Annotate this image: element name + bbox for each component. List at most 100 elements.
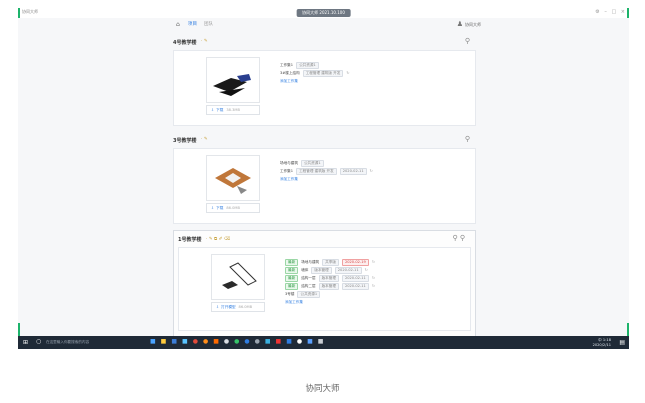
edit-icons[interactable]: · ✎	[201, 137, 208, 142]
project-section: 4号教学楼 · ✎ ⚲ ⇩ 下载 38.3MB 工作集1 公共资源1 3#楼上结构 工程管理 建…	[173, 34, 476, 126]
tray-time[interactable]: 1:18	[603, 338, 611, 342]
workset-label: 工作集1	[280, 169, 294, 173]
workset-list: 工作集1 公共资源1 3#楼上结构 工程管理 建筑版 开发 ↻ 添加工作集	[280, 61, 349, 85]
row-tag: 工程管理 建筑版 开发	[296, 168, 337, 175]
workset-label: 结构二层	[301, 284, 316, 288]
app-icon: ●	[234, 338, 240, 345]
workset-row[interactable]: 最新 墙体 版本管理 2020-02-11 ↻	[285, 266, 375, 274]
workset-label: 墙体	[301, 268, 309, 272]
system-tray[interactable]: 中 1:18 2020/2/11	[593, 338, 611, 347]
maximize-button[interactable]: □	[611, 9, 616, 15]
row-tag: 公共资源1	[297, 291, 321, 298]
app-icon: ■	[150, 338, 156, 345]
workset-label: 3#楼上结构	[280, 71, 300, 75]
workset-list: 最新 场地与建筑 共享版 2020-02-19 ↻ 最新 墙体 版本管理 2020-02-11 ↻…	[285, 258, 375, 306]
add-workset-link[interactable]: 添加工作集	[280, 177, 298, 181]
project-card: ⇩ 打开模型 86.0MB 最新 场地与建筑 共享版 2020-02-19 ↻ 最新 墙体 版本管…	[178, 247, 471, 331]
refresh-icon[interactable]: ↻	[372, 284, 375, 288]
download-button[interactable]: ⇩ 下载 86.0MB	[206, 203, 260, 213]
workset-row[interactable]: 3#楼上结构 工程管理 建筑版 开发 ↻	[280, 69, 349, 77]
refresh-icon[interactable]: ↻	[370, 169, 373, 173]
model-thumbnail[interactable]	[206, 155, 260, 201]
tab-team[interactable]: 团队	[204, 21, 213, 27]
workset-row[interactable]: 场地与建筑 公共资源1	[280, 159, 373, 167]
workset-row[interactable]: 3号楼 公共资源1	[285, 290, 375, 298]
row-tag: 2020-02-11	[339, 168, 367, 175]
row-tag: 版本管理	[311, 267, 332, 274]
window-controls[interactable]: ⚙ – □ ×	[592, 9, 625, 15]
version-badge: 协同大师 2021.10.100	[296, 9, 351, 17]
download-icon: ⇩	[211, 206, 215, 210]
member-icons[interactable]: ⚲	[465, 135, 470, 143]
row-tag: 2020-02-11	[341, 283, 369, 290]
latest-badge: 最新	[285, 283, 299, 290]
user-name[interactable]: 协同大师	[465, 22, 481, 28]
app-window: 协同大师 协同大师 2021.10.100 ⚙ – □ × ⌂ 项目 团队 ♟ …	[18, 8, 629, 349]
home-icon[interactable]: ⌂	[176, 21, 180, 28]
app-icon: ■	[317, 338, 324, 345]
workset-row[interactable]: 工作集1 工程管理 建筑版 开发 2020-02-11 ↻	[280, 167, 373, 175]
app-icon: ■	[171, 338, 178, 345]
add-workset-link[interactable]: 添加工作集	[280, 79, 298, 83]
edit-icons[interactable]: · ✎ ⧉ ✐ ⌫	[206, 236, 230, 242]
notification-icon[interactable]: ▤	[619, 339, 625, 346]
row-tag: 公共资源1	[296, 62, 319, 69]
selected-project: 1号教学楼 · ✎ ⧉ ✐ ⌫ ⚲ ⚲ ⇩ 打开模型 86.0MB 最新 场地与建筑 共享版 2…	[173, 230, 476, 342]
model-thumbnail[interactable]	[206, 57, 260, 103]
tray-date[interactable]: 2020/2/11	[593, 343, 611, 347]
download-icon: ⇩	[211, 108, 215, 112]
row-tag: 共享版	[322, 259, 339, 266]
tab-projects[interactable]: 项目	[188, 21, 197, 27]
taskbar-search[interactable]: 在这里输入你要搜索的内容	[46, 340, 89, 345]
download-button[interactable]: ⇩ 下载 38.3MB	[206, 105, 260, 115]
workset-row[interactable]: 最新 结构一层 版本管理 2020-02-11 ↻	[285, 274, 375, 282]
member-icons[interactable]: ⚲	[465, 37, 470, 45]
workset-row[interactable]: 工作集1 公共资源1	[280, 61, 349, 69]
minimize-button[interactable]: –	[604, 9, 607, 15]
refresh-icon[interactable]: ↻	[346, 71, 349, 75]
refresh-icon[interactable]: ↻	[372, 260, 375, 264]
workset-label: 3号楼	[285, 292, 295, 296]
app-icon: ■	[275, 338, 282, 345]
cortana-icon[interactable]: ○	[36, 338, 41, 345]
download-icon: ⇩	[216, 305, 220, 309]
edit-icons[interactable]: · ✎	[201, 39, 208, 44]
app-icon: ■	[307, 338, 313, 345]
section-header: 1号教学楼 · ✎ ⧉ ✐ ⌫ ⚲ ⚲	[178, 231, 471, 247]
section-header: 3号教学楼 · ✎ ⚲	[173, 132, 476, 148]
refresh-icon[interactable]: ↻	[372, 276, 375, 280]
project-section: 1号教学楼 · ✎ ⧉ ✐ ⌫ ⚲ ⚲ ⇩ 打开模型 86.0MB 最新 场地与建筑 共享版 2…	[178, 231, 471, 331]
workset-row[interactable]: 最新 结构二层 版本管理 2020-02-11 ↻	[285, 282, 375, 290]
project-card: ⇩ 下载 38.3MB 工作集1 公共资源1 3#楼上结构 工程管理 建筑版 开发 ↻ 添加工…	[173, 50, 476, 126]
project-list: 4号教学楼 · ✎ ⚲ ⇩ 下载 38.3MB 工作集1 公共资源1 3#楼上结构 工程管理 建…	[173, 34, 476, 342]
tray-lang[interactable]: 中	[598, 338, 602, 342]
project-card: ⇩ 下载 86.0MB 场地与建筑 公共资源1 工作集1 工程管理 建筑版 开发 2020-…	[173, 148, 476, 224]
refresh-icon[interactable]: ↻	[365, 268, 368, 272]
project-section: 3号教学楼 · ✎ ⚲ ⇩ 下载 86.0MB 场地与建筑 公共资源1 工作集1 工程管理 建筑…	[173, 132, 476, 224]
app-icon: ●	[223, 338, 230, 345]
row-tag: 版本管理	[318, 275, 339, 282]
app-icon: ●	[296, 338, 303, 345]
app-icon: ■	[264, 338, 271, 345]
model-thumbnail[interactable]	[211, 254, 265, 300]
row-tag: 2020-02-11	[334, 267, 362, 274]
project-title[interactable]: 4号教学楼	[173, 39, 196, 46]
workset-label: 工作集1	[280, 63, 294, 67]
start-button[interactable]: ⊞	[23, 339, 28, 346]
project-title[interactable]: 3号教学楼	[173, 137, 196, 144]
user-icon[interactable]: ♟	[457, 20, 463, 28]
workset-row[interactable]: 最新 场地与建筑 共享版 2020-02-19 ↻	[285, 258, 375, 266]
member-icons[interactable]: ⚲ ⚲	[453, 234, 465, 242]
app-icon: ■	[286, 338, 292, 345]
download-button[interactable]: ⇩ 打开模型 86.0MB	[211, 302, 265, 312]
settings-icon[interactable]: ⚙	[595, 9, 599, 15]
file-size: 38.3MB	[226, 108, 240, 112]
close-button[interactable]: ×	[621, 9, 625, 15]
taskbar-apps[interactable]: ■ ■ ■ ■ ● ● ■ ● ● ● ● ■ ■ ■ ● ■ ■	[150, 338, 328, 345]
project-title[interactable]: 1号教学楼	[178, 236, 201, 243]
folder-icon: ■	[160, 338, 167, 345]
workset-list: 场地与建筑 公共资源1 工作集1 工程管理 建筑版 开发 2020-02-11 ↻ 添加工作…	[280, 159, 373, 183]
top-nav: ⌂ 项目 团队 ♟ 协同大师	[18, 18, 629, 32]
workset-label: 场地与建筑	[280, 161, 298, 165]
add-workset-link[interactable]: 添加工作集	[285, 300, 303, 304]
